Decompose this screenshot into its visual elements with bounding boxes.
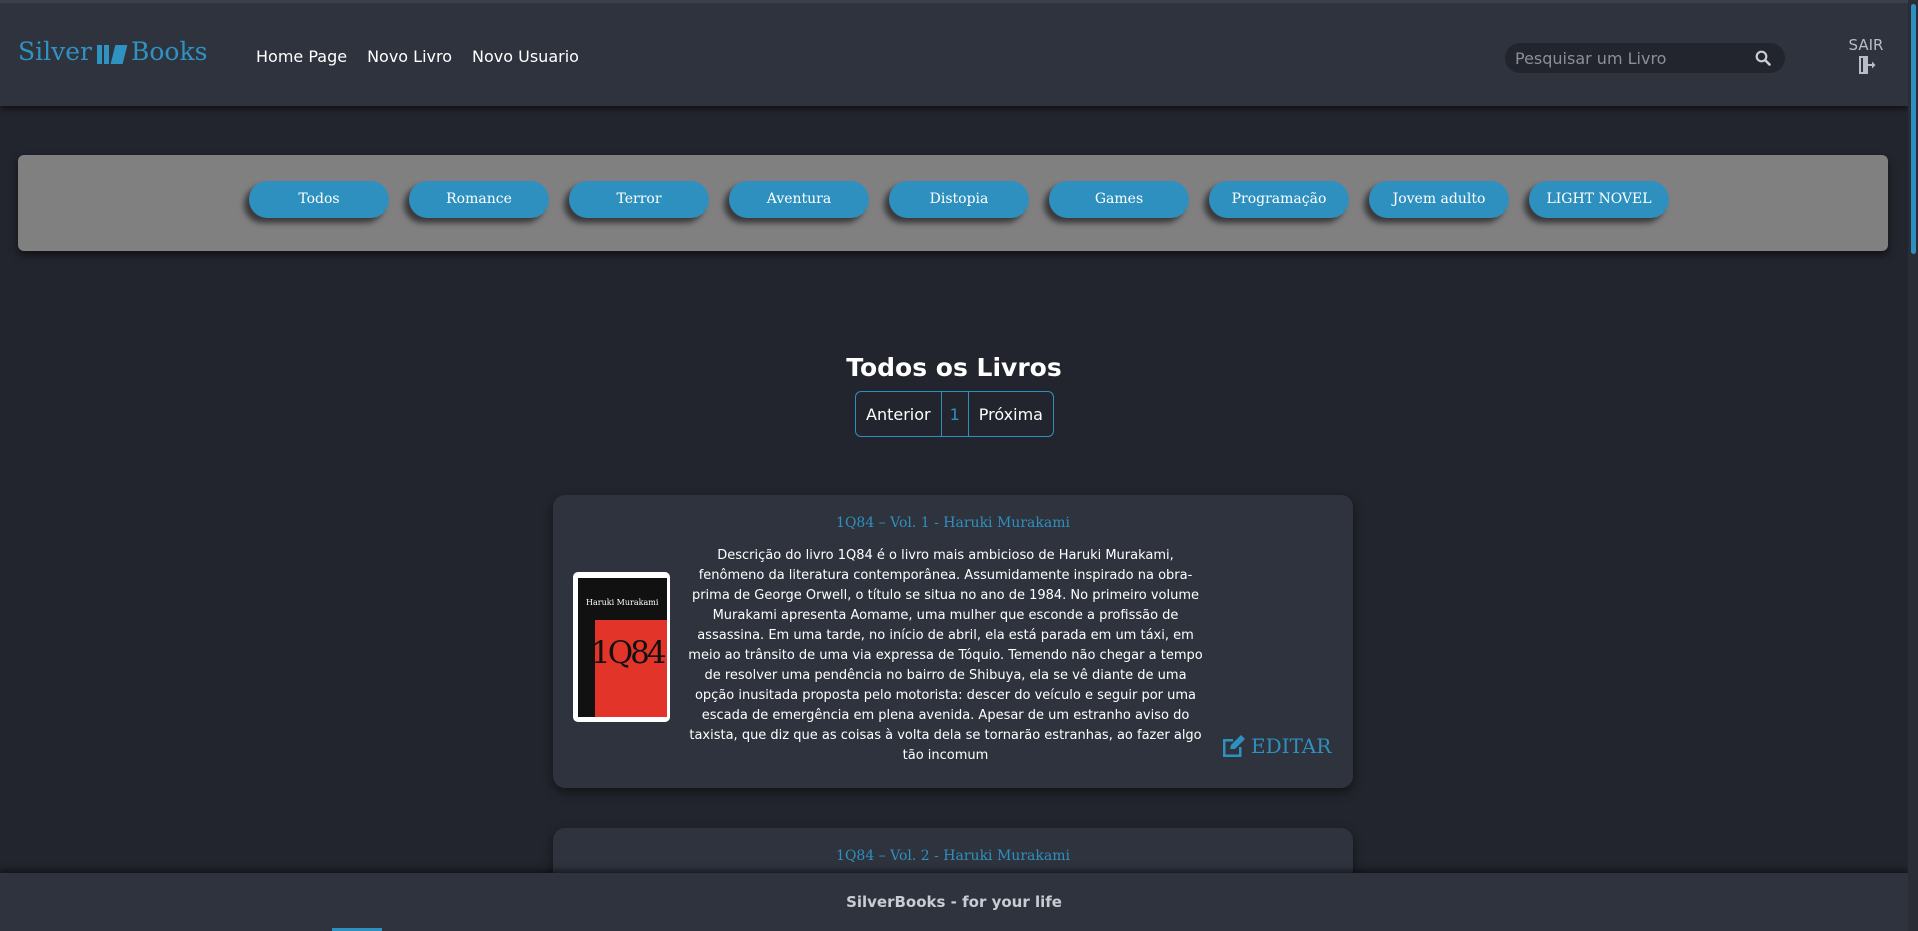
main-nav: Home Page Novo Livro Novo Usuario [256, 47, 579, 66]
search-icon[interactable] [1755, 50, 1771, 66]
category-todos[interactable]: Todos [249, 180, 389, 218]
pagination: Anterior 1 Próxima [855, 391, 1054, 437]
cover-title: 1Q84 [591, 635, 667, 671]
edit-icon [1223, 735, 1245, 757]
pagination-current-page[interactable]: 1 [940, 392, 969, 436]
logo-text-left: Silver [18, 37, 92, 66]
logo[interactable]: Silver Books [18, 37, 207, 66]
search-input[interactable] [1515, 48, 1735, 68]
category-games[interactable]: Games [1049, 180, 1189, 218]
category-jovem-adulto[interactable]: Jovem adulto [1369, 180, 1509, 218]
book-title[interactable]: 1Q84 – Vol. 2 - Haruki Murakami [553, 848, 1353, 864]
category-aventura[interactable]: Aventura [729, 180, 869, 218]
logout-button[interactable]: SAIR [1846, 36, 1886, 75]
logo-text-right: Books [131, 37, 208, 66]
cover-author: Haruki Murakami [586, 598, 659, 607]
book-cover[interactable]: Haruki Murakami 1Q84 [573, 572, 670, 722]
top-header: Silver Books Home Page Novo Livro Novo U… [0, 0, 1908, 106]
category-list: Todos Romance Terror Aventura Distopia G… [249, 180, 1669, 218]
category-programacao[interactable]: Programação [1209, 180, 1349, 218]
category-bar: Todos Romance Terror Aventura Distopia G… [18, 155, 1888, 251]
book-card: 1Q84 – Vol. 1 - Haruki Murakami Haruki M… [553, 495, 1353, 788]
book-title[interactable]: 1Q84 – Vol. 1 - Haruki Murakami [553, 515, 1353, 531]
search-box [1505, 43, 1785, 73]
book-description: Descrição do livro 1Q84 é o livro mais a… [688, 548, 1203, 763]
category-romance[interactable]: Romance [409, 180, 549, 218]
category-terror[interactable]: Terror [569, 180, 709, 218]
books-icon [97, 40, 128, 64]
edit-label: EDITAR [1251, 734, 1332, 758]
scrollbar-thumb[interactable] [1911, 4, 1916, 254]
edit-button[interactable]: EDITAR [1221, 734, 1331, 758]
nav-novo-livro[interactable]: Novo Livro [367, 47, 452, 66]
page-title: Todos os Livros [846, 353, 1062, 382]
nav-home-page[interactable]: Home Page [256, 47, 347, 66]
sign-out-icon [1859, 56, 1876, 74]
footer-text: SilverBooks - for your life [846, 893, 1062, 911]
category-distopia[interactable]: Distopia [889, 180, 1029, 218]
footer: SilverBooks - for your life [0, 873, 1908, 931]
logout-label: SAIR [1848, 36, 1884, 54]
pagination-prev[interactable]: Anterior [856, 392, 941, 436]
nav-novo-usuario[interactable]: Novo Usuario [472, 47, 579, 66]
book-cover-art: Haruki Murakami 1Q84 [578, 578, 667, 717]
pagination-next[interactable]: Próxima [969, 392, 1053, 436]
category-light-novel[interactable]: LIGHT NOVEL [1529, 180, 1669, 218]
